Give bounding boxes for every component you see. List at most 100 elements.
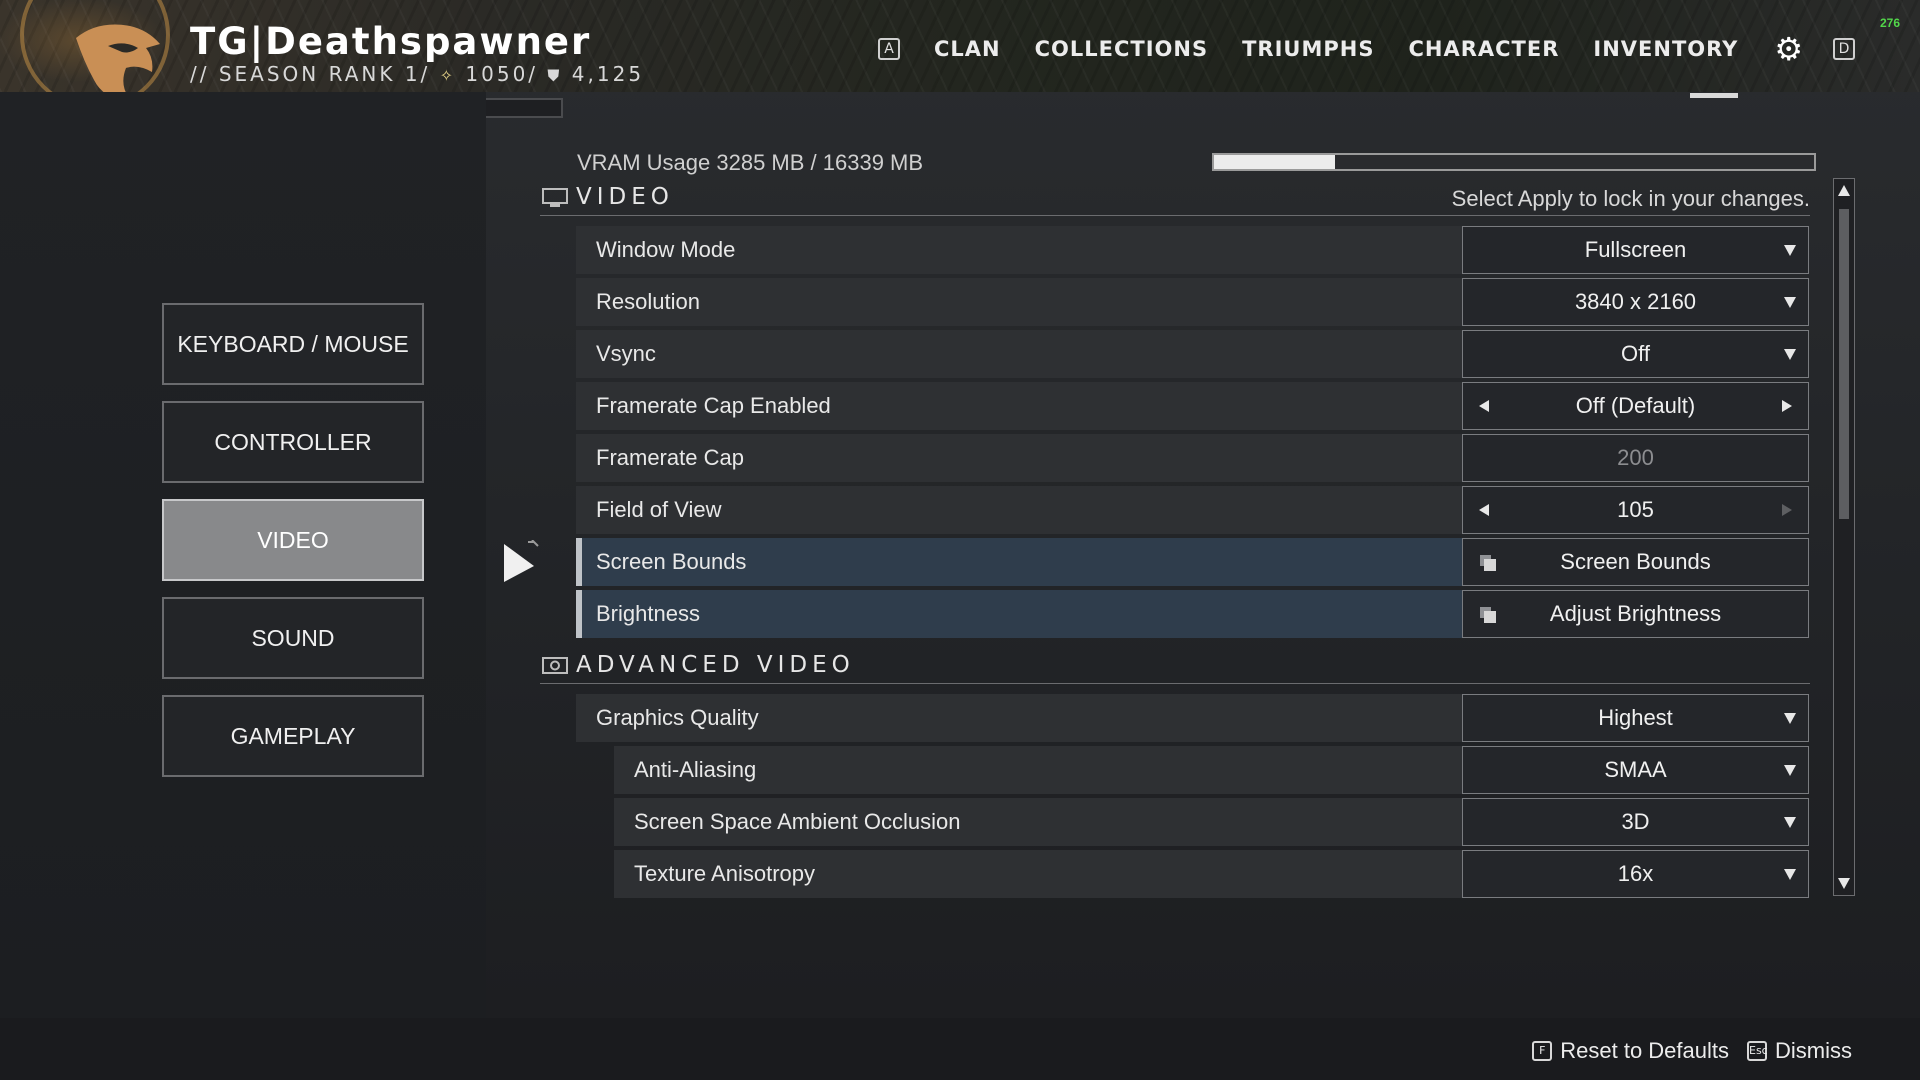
apply-hint: Select Apply to lock in your changes. bbox=[1451, 186, 1810, 211]
video-section-header: VIDEO Select Apply to lock in your chang… bbox=[540, 182, 1810, 216]
advanced-video-section-title: ADVANCED VIDEO bbox=[576, 652, 855, 678]
setting-row-framerate-cap: Framerate Cap 200 bbox=[576, 434, 1809, 482]
setting-row-screen-bounds: Screen Bounds Screen Bounds bbox=[576, 538, 1809, 586]
field-of-view-slider[interactable]: 105 bbox=[1462, 486, 1809, 534]
chevron-down-icon bbox=[1784, 817, 1796, 828]
arrow-right-icon[interactable] bbox=[1782, 400, 1792, 412]
texture-anisotropy-dropdown[interactable]: 16x bbox=[1462, 850, 1809, 898]
setting-label: Screen Space Ambient Occlusion bbox=[634, 809, 961, 834]
nav-next-key-hint[interactable]: D bbox=[1833, 38, 1856, 60]
setting-row-field-of-view: Field of View 105 bbox=[576, 486, 1809, 534]
graphics-quality-dropdown[interactable]: Highest bbox=[1462, 694, 1809, 742]
setting-value: 16x bbox=[1617, 861, 1654, 886]
setting-value: Adjust Brightness bbox=[1549, 601, 1722, 626]
category-controller[interactable]: CONTROLLER bbox=[162, 401, 424, 483]
category-sound[interactable]: SOUND bbox=[162, 597, 424, 679]
resolution-dropdown[interactable]: 3840 x 2160 bbox=[1462, 278, 1809, 326]
adjust-brightness-button[interactable]: Adjust Brightness bbox=[1462, 590, 1809, 638]
category-keyboard-mouse[interactable]: KEYBOARD / MOUSE bbox=[162, 303, 424, 385]
season-rank: SEASON RANK 1/ bbox=[218, 62, 431, 86]
chevron-down-icon bbox=[1784, 245, 1796, 256]
reset-label: Reset to Defaults bbox=[1560, 1038, 1729, 1063]
nav-prev-key-hint[interactable]: A bbox=[878, 38, 900, 60]
gear-icon[interactable]: ⚙ bbox=[1774, 33, 1803, 65]
category-video[interactable]: VIDEO bbox=[162, 499, 424, 581]
setting-value: Screen Bounds bbox=[1560, 549, 1711, 574]
setting-value: 200 bbox=[1617, 445, 1654, 470]
framerate-cap-enabled-stepper[interactable]: Off (Default) bbox=[1462, 382, 1809, 430]
setting-value: 3840 x 2160 bbox=[1574, 289, 1697, 314]
chevron-down-icon bbox=[1784, 765, 1796, 776]
chevron-down-icon bbox=[1784, 869, 1796, 880]
reset-to-defaults-button[interactable]: F Reset to Defaults bbox=[1532, 1038, 1729, 1064]
screen-bounds-button[interactable]: Screen Bounds bbox=[1462, 538, 1809, 586]
setting-row-resolution: Resolution 3840 x 2160 bbox=[576, 278, 1809, 326]
setting-row-ssao: Screen Space Ambient Occlusion 3D bbox=[614, 798, 1809, 846]
setting-row-anti-aliasing: Anti-Aliasing SMAA bbox=[614, 746, 1809, 794]
stats-prefix: // bbox=[190, 62, 210, 86]
nav-character[interactable]: CHARACTER bbox=[1408, 37, 1559, 61]
setting-row-graphics-quality: Graphics Quality Highest bbox=[576, 694, 1809, 742]
setting-value: 3D bbox=[1621, 809, 1650, 834]
nav-collections[interactable]: COLLECTIONS bbox=[1035, 37, 1208, 61]
glimmer-icon: ⛊ bbox=[547, 66, 563, 85]
chevron-down-icon bbox=[1784, 713, 1796, 724]
player-name: TG|Deathspawner bbox=[190, 20, 592, 63]
setting-row-framerate-cap-enabled: Framerate Cap Enabled Off (Default) bbox=[576, 382, 1809, 430]
settings-scrollbar[interactable] bbox=[1833, 178, 1855, 896]
setting-row-brightness: Brightness Adjust Brightness bbox=[576, 590, 1809, 638]
power-level: 1050/ bbox=[465, 62, 539, 86]
player-stats: // SEASON RANK 1/ ✧ 1050/ ⛊ 4,125 bbox=[190, 62, 644, 86]
setting-label: Vsync bbox=[596, 341, 656, 366]
ssao-dropdown[interactable]: 3D bbox=[1462, 798, 1809, 846]
glimmer-count: 4,125 bbox=[571, 62, 645, 86]
scroll-thumb[interactable] bbox=[1839, 209, 1849, 519]
setting-value: Off bbox=[1621, 341, 1650, 366]
mouse-cursor-icon bbox=[504, 540, 539, 582]
setting-row-vsync: Vsync Off bbox=[576, 330, 1809, 378]
vsync-dropdown[interactable]: Off bbox=[1462, 330, 1809, 378]
setting-label: Window Mode bbox=[596, 237, 736, 262]
nav-clan[interactable]: CLAN bbox=[934, 37, 1001, 61]
category-gameplay[interactable]: GAMEPLAY bbox=[162, 695, 424, 777]
vram-usage-fill bbox=[1214, 155, 1335, 169]
setting-label: Framerate Cap Enabled bbox=[596, 393, 831, 418]
vram-usage-bar bbox=[1212, 153, 1816, 171]
arrow-right-icon[interactable] bbox=[1782, 504, 1792, 516]
setting-value: 105 bbox=[1617, 497, 1654, 522]
setting-value: Off (Default) bbox=[1575, 393, 1696, 418]
settings-tab-indicator bbox=[1690, 93, 1738, 98]
dismiss-button[interactable]: Esc Dismiss bbox=[1747, 1038, 1852, 1064]
anti-aliasing-dropdown[interactable]: SMAA bbox=[1462, 746, 1809, 794]
monitor-icon bbox=[542, 188, 568, 207]
fps-counter: 276 bbox=[1880, 16, 1901, 30]
setting-value: Highest bbox=[1598, 705, 1673, 730]
scroll-up-arrow-icon[interactable] bbox=[1838, 185, 1850, 196]
setting-label: Brightness bbox=[596, 601, 700, 626]
setting-label: Anti-Aliasing bbox=[634, 757, 757, 782]
setting-row-texture-anisotropy: Texture Anisotropy 16x bbox=[614, 850, 1809, 898]
keyboard-key-icon: F bbox=[1532, 1041, 1553, 1061]
graphics-card-icon bbox=[542, 657, 568, 674]
footer-actions: F Reset to Defaults Esc Dismiss bbox=[1514, 1038, 1852, 1064]
setting-row-window-mode: Window Mode Fullscreen bbox=[576, 226, 1809, 274]
scroll-down-arrow-icon[interactable] bbox=[1838, 878, 1850, 889]
video-section-title: VIDEO bbox=[576, 184, 674, 210]
chevron-down-icon bbox=[1784, 349, 1796, 360]
setting-label: Field of View bbox=[596, 497, 722, 522]
power-icon: ✧ bbox=[439, 66, 457, 85]
top-navigation: A CLAN COLLECTIONS TRIUMPHS CHARACTER IN… bbox=[878, 33, 1856, 65]
window-mode-dropdown[interactable]: Fullscreen bbox=[1462, 226, 1809, 274]
nav-inventory[interactable]: INVENTORY bbox=[1593, 37, 1738, 61]
setting-label: Framerate Cap bbox=[596, 445, 744, 470]
dismiss-label: Dismiss bbox=[1775, 1038, 1852, 1063]
nav-triumphs[interactable]: TRIUMPHS bbox=[1242, 37, 1374, 61]
setting-label: Screen Bounds bbox=[596, 549, 747, 574]
framerate-cap-field: 200 bbox=[1462, 434, 1809, 482]
setting-label: Graphics Quality bbox=[596, 705, 759, 730]
setting-value: SMAA bbox=[1604, 757, 1667, 782]
chevron-down-icon bbox=[1784, 297, 1796, 308]
setting-label: Texture Anisotropy bbox=[634, 861, 815, 886]
keyboard-key-icon: Esc bbox=[1747, 1041, 1768, 1061]
vram-usage-label: VRAM Usage 3285 MB / 16339 MB bbox=[577, 150, 924, 175]
